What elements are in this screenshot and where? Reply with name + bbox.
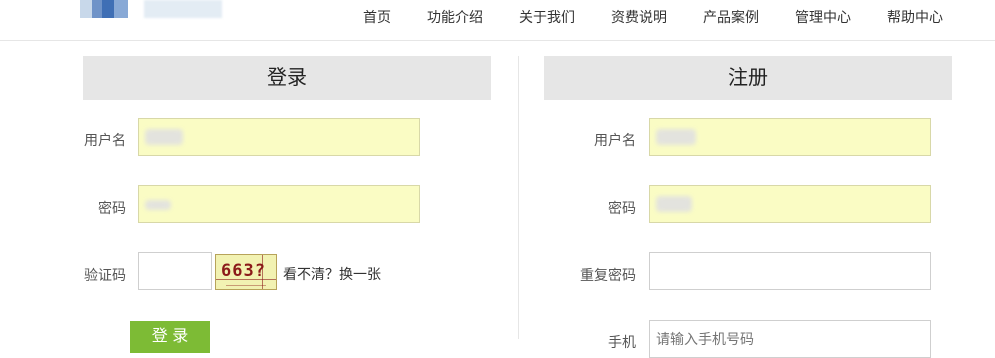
repeat-password-label: 重复密码 [580,267,636,283]
nav-features[interactable]: 功能介绍 [427,0,483,36]
repeat-password-field[interactable] [649,252,931,290]
captcha-label: 验证码 [84,267,126,283]
nav-home[interactable]: 首页 [363,0,391,36]
nav-cases[interactable]: 产品案例 [703,0,759,36]
captcha-image[interactable]: 663? [215,254,277,290]
main-nav: 首页 功能介绍 关于我们 资费说明 产品案例 管理中心 帮助中心 [363,0,943,36]
login-title: 登录 [83,56,491,100]
top-header: 首页 功能介绍 关于我们 资费说明 产品案例 管理中心 帮助中心 [0,0,995,41]
username-value [145,129,183,145]
register-username-field[interactable] [649,118,931,156]
nav-admin[interactable]: 管理中心 [795,0,851,36]
register-username-value [656,129,696,145]
nav-help[interactable]: 帮助中心 [887,0,943,36]
login-button[interactable]: 登 录 [130,321,210,353]
captcha-text-input[interactable] [139,253,211,289]
login-password-field[interactable] [138,185,420,223]
login-username-label: 用户名 [84,132,126,148]
login-username-field[interactable] [138,118,420,156]
nav-pricing[interactable]: 资费说明 [611,0,667,36]
register-title: 注册 [544,56,952,100]
password-value [145,200,171,210]
repeat-password-input[interactable] [650,253,930,289]
phone-field[interactable] [649,320,931,358]
register-password-field[interactable] [649,185,931,223]
phone-input[interactable] [650,321,930,357]
captcha-input[interactable] [138,252,212,290]
register-username-label: 用户名 [594,132,636,148]
column-divider [518,56,519,339]
register-password-label: 密码 [608,200,636,216]
nav-about[interactable]: 关于我们 [519,0,575,36]
phone-label: 手机 [608,334,636,350]
login-password-label: 密码 [98,200,126,216]
captcha-code: 663? [221,261,266,281]
captcha-refresh-link[interactable]: 看不清？换一张 [283,264,381,284]
site-logo[interactable] [80,0,230,20]
register-password-value [656,196,692,212]
